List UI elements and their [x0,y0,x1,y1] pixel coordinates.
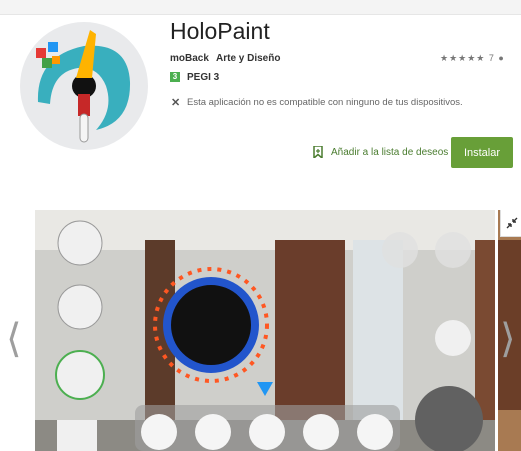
top-divider [0,0,521,15]
close-x-icon: ✕ [171,97,181,109]
pegi-label: PEGI 3 [187,72,220,83]
wishlist-link[interactable]: Añadir a la lista de deseos [331,147,448,158]
arrow-right-icon[interactable]: ⟩ [500,316,516,362]
bookmark-icon[interactable] [313,146,323,158]
compat-notice: Esta aplicación no es compatible con nin… [187,97,463,108]
app-logo-icon [20,22,148,150]
app-screenshot[interactable] [35,210,495,451]
rating-count: 7 [488,53,495,63]
app-title: HoloPaint [170,18,270,44]
expand-glyph [506,217,517,229]
pegi-icon: 3 [170,72,180,82]
rating-stars: ★★★★★ [440,53,486,63]
category-link[interactable]: Arte y Diseño [216,53,280,64]
person-icon: ● [498,53,505,63]
arrow-left-icon[interactable]: ⟨ [6,316,22,362]
expand-icon[interactable] [500,210,521,237]
rating: ★★★★★ 7 ● [440,53,505,64]
install-button[interactable]: Instalar [451,137,513,168]
developer-link[interactable]: moBack [170,53,209,64]
